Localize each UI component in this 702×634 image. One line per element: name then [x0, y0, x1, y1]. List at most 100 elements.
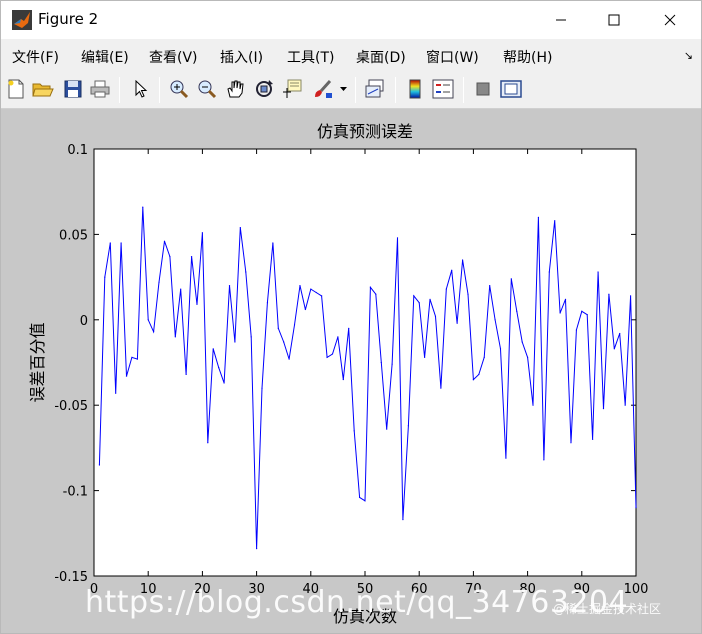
select-arrow-button[interactable]	[129, 77, 153, 101]
data-point	[104, 276, 106, 278]
data-point	[559, 312, 561, 314]
pan-hand-icon	[227, 80, 244, 98]
data-point	[353, 430, 355, 432]
close-icon	[664, 14, 676, 26]
data-point	[310, 288, 312, 290]
data-point	[234, 341, 236, 343]
data-point	[277, 327, 279, 329]
new-figure-button[interactable]	[4, 77, 28, 101]
legend-button[interactable]	[431, 77, 455, 101]
data-point	[440, 387, 442, 389]
menu-file[interactable]: 文件(F)	[12, 47, 59, 67]
y-tick-label: 0.1	[67, 143, 88, 158]
data-point	[185, 373, 187, 376]
colorbar-button[interactable]	[403, 77, 427, 101]
data-point	[348, 327, 350, 329]
data-point	[180, 288, 182, 290]
legend-icon	[432, 79, 454, 99]
toolbar-separator	[463, 77, 464, 103]
data-point	[386, 428, 388, 430]
menu-window[interactable]: 窗口(W)	[426, 47, 479, 67]
data-point	[586, 314, 588, 316]
data-point	[407, 425, 409, 427]
y-axis-label: 误差百分值	[28, 322, 47, 402]
y-tick-label: 0.05	[59, 228, 88, 243]
brush-dropdown-button[interactable]	[337, 77, 351, 101]
brush-icon	[315, 79, 332, 98]
maximize-button[interactable]	[591, 1, 637, 39]
data-point	[98, 464, 101, 466]
data-point	[543, 459, 545, 461]
rotate-3d-icon	[256, 80, 273, 97]
menu-edit[interactable]: 编辑(E)	[81, 47, 129, 67]
line-chart[interactable]: 0 10 20 30 40 50 60 70 80 90 100-0.15-0.1-0.0500.0…	[1, 109, 701, 633]
data-point	[201, 232, 203, 234]
menu-insert[interactable]: 插入(I)	[220, 47, 263, 67]
window-title: Figure 2	[38, 10, 99, 28]
data-point	[369, 286, 372, 288]
data-point	[190, 256, 193, 258]
data-point	[131, 356, 133, 358]
open-file-button[interactable]	[31, 77, 55, 101]
data-point	[554, 220, 556, 222]
url-watermark: https://blog.csdn.net/qq_34763204	[85, 585, 629, 620]
data-point	[424, 356, 426, 358]
rotate-3d-button[interactable]	[252, 77, 276, 101]
menu-help[interactable]: 帮助(H)	[503, 47, 552, 67]
link-plot-button[interactable]	[364, 77, 388, 101]
data-point	[125, 375, 128, 377]
data-point	[321, 295, 323, 297]
save-button[interactable]	[61, 77, 85, 101]
menu-desktop[interactable]: 桌面(D)	[356, 47, 406, 67]
pan-button[interactable]	[223, 77, 247, 101]
dock-figure-icon[interactable]: ↘	[684, 49, 693, 62]
data-point	[142, 206, 144, 208]
data-point	[272, 242, 274, 244]
hide-plot-tools-icon	[476, 82, 490, 96]
figure-window: Figure 2 文件(F) 编辑(E) 查看(V) 插入(I) 工具(T) 桌…	[0, 0, 702, 634]
data-point	[402, 519, 404, 521]
plot-area	[93, 148, 637, 577]
data-point	[635, 507, 637, 509]
y-tick-label: -0.05	[54, 399, 88, 414]
data-point	[396, 237, 399, 239]
data-point	[478, 373, 480, 376]
data-point	[597, 271, 599, 273]
close-button[interactable]	[647, 1, 693, 39]
credit-watermark: @稀土掘金技术社区	[553, 602, 662, 616]
data-point	[358, 496, 361, 499]
data-point	[153, 331, 155, 333]
zoom-out-button[interactable]	[195, 77, 219, 101]
data-point	[489, 285, 491, 287]
data-point	[456, 322, 458, 324]
zoom-in-button[interactable]	[167, 77, 191, 101]
data-point	[613, 348, 615, 350]
new-figure-icon	[8, 79, 24, 99]
data-point	[570, 442, 572, 444]
y-tick-label: -0.1	[63, 485, 88, 500]
data-point	[364, 500, 366, 502]
data-point	[413, 295, 415, 297]
menu-bar: 文件(F) 编辑(E) 查看(V) 插入(I) 工具(T) 桌面(D) 窗口(W…	[1, 39, 701, 71]
data-point	[516, 310, 518, 312]
data-point	[250, 336, 252, 338]
data-point	[212, 348, 214, 350]
show-plot-tools-button[interactable]	[499, 77, 523, 101]
print-icon	[90, 80, 110, 98]
data-point	[196, 303, 198, 306]
data-point	[624, 404, 626, 406]
menu-view[interactable]: 查看(V)	[149, 47, 198, 67]
title-bar[interactable]: Figure 2	[1, 1, 701, 39]
print-button[interactable]	[88, 77, 112, 101]
data-point	[293, 324, 296, 326]
data-cursor-button[interactable]	[280, 77, 304, 101]
toolbar-separator	[355, 77, 356, 103]
minimize-icon	[556, 19, 566, 21]
data-point	[239, 226, 241, 229]
menu-tools[interactable]: 工具(T)	[287, 47, 334, 67]
data-point	[109, 242, 111, 244]
brush-button[interactable]	[311, 77, 335, 101]
hide-plot-tools-button[interactable]	[471, 77, 495, 101]
toolbar-separator	[159, 77, 160, 103]
minimize-button[interactable]	[538, 1, 584, 39]
